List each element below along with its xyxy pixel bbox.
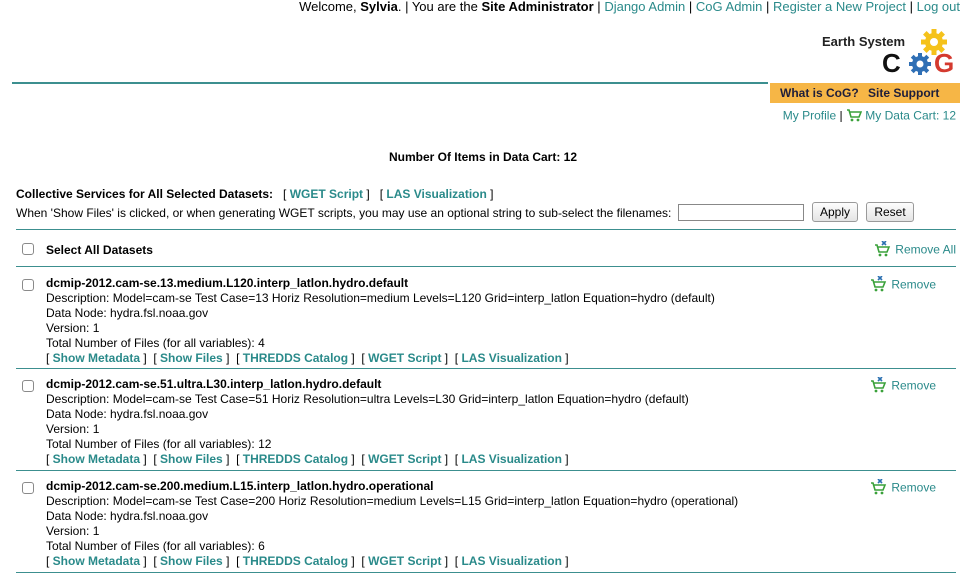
site-support-link[interactable]: Site Support [868,83,939,103]
remove-all-button[interactable]: Remove All [874,240,956,260]
select-all-checkbox[interactable] [22,243,34,255]
dataset-title: dcmip-2012.cam-se.13.medium.L120.interp_… [46,276,409,290]
svg-text:G: G [934,48,954,76]
dataset-file-count: Total Number of Files (for all variables… [46,539,265,553]
shopping-cart-icon [846,108,863,125]
remove-cart-icon [870,275,888,295]
remove-dataset-button[interactable]: Remove [870,275,937,295]
dataset-checkbox[interactable] [22,482,34,494]
dataset-data-node: Data Node: hydra.fsl.noaa.gov [46,306,209,320]
divider [16,229,956,230]
dataset-links: [ Show Metadata ] [ Show Files ] [ THRED… [46,554,569,568]
show-files-link[interactable]: Show Files [160,554,223,568]
cog-logo-graphic: C G [882,29,954,76]
dataset-description: Description: Model=cam-se Test Case=13 H… [46,291,715,305]
thredds-catalog-link[interactable]: THREDDS Catalog [243,351,348,365]
remove-dataset-button[interactable]: Remove [870,478,937,498]
remove-label: Remove [891,378,937,393]
support-bar: What is CoG? Site Support [770,83,960,103]
dataset-file-count: Total Number of Files (for all variables… [46,437,272,451]
dataset-data-node: Data Node: hydra.fsl.noaa.gov [46,407,209,421]
what-is-cog-link[interactable]: What is CoG? [780,83,859,103]
divider [16,572,956,573]
cog-admin-link[interactable]: CoG Admin [696,0,762,14]
filename-filter-input[interactable] [678,204,804,221]
show-files-link[interactable]: Show Files [160,452,223,466]
las-visualization-link[interactable]: LAS Visualization [461,351,561,365]
las-visualization-link[interactable]: LAS Visualization [461,554,561,568]
las-visualization-link[interactable]: LAS Visualization [461,452,561,466]
cart-count-heading: Number Of Items in Data Cart: 12 [388,150,578,164]
thredds-catalog-link[interactable]: THREDDS Catalog [243,554,348,568]
dataset-description: Description: Model=cam-se Test Case=200 … [46,494,739,508]
dataset-item: dcmip-2012.cam-se.13.medium.L120.interp_… [0,268,966,368]
logout-link[interactable]: Log out [917,0,960,14]
show-metadata-link[interactable]: Show Metadata [53,452,140,466]
apply-button[interactable]: Apply [812,202,858,222]
svg-text:C: C [882,48,901,76]
dataset-version: Version: 1 [46,321,100,335]
show-metadata-link[interactable]: Show Metadata [53,554,140,568]
dataset-links: [ Show Metadata ] [ Show Files ] [ THRED… [46,351,569,365]
welcome-text: Welcome, [299,0,357,14]
remove-label: Remove [891,277,937,292]
remove-all-label: Remove All [895,242,956,257]
profile-row: My Profile | My Data Cart: 12 [783,108,956,125]
dataset-checkbox[interactable] [22,380,34,392]
dataset-file-count: Total Number of Files (for all variables… [46,336,265,350]
dataset-version: Version: 1 [46,422,100,436]
dataset-item: dcmip-2012.cam-se.200.medium.L15.interp_… [0,471,966,571]
collective-wget-link[interactable]: WGET Script [290,187,363,201]
filter-instructions: When 'Show Files' is clicked, or when ge… [16,206,672,220]
collective-label: Collective Services for All Selected Dat… [16,187,274,201]
select-all-label: Select All Datasets [46,243,153,257]
dataset-version: Version: 1 [46,524,100,538]
dataset-data-node: Data Node: hydra.fsl.noaa.gov [46,509,209,523]
show-metadata-link[interactable]: Show Metadata [53,351,140,365]
show-files-link[interactable]: Show Files [160,351,223,365]
dataset-item: dcmip-2012.cam-se.51.ultra.L30.interp_la… [0,369,966,469]
username: Sylvia [360,0,398,14]
role-text: Site Administrator [481,0,594,14]
role-prefix: . | You are the [397,0,478,14]
collective-services: Collective Services for All Selected Dat… [16,187,494,201]
dataset-title: dcmip-2012.cam-se.200.medium.L15.interp_… [46,479,434,493]
divider [16,266,956,267]
thredds-catalog-link[interactable]: THREDDS Catalog [243,452,348,466]
wget-script-link[interactable]: WGET Script [368,554,441,568]
remove-cart-icon [870,376,888,396]
my-profile-link[interactable]: My Profile [783,109,836,123]
dataset-links: [ Show Metadata ] [ Show Files ] [ THRED… [46,452,569,466]
register-project-link[interactable]: Register a New Project [773,0,906,14]
remove-label: Remove [891,480,937,495]
wget-script-link[interactable]: WGET Script [368,351,441,365]
remove-dataset-button[interactable]: Remove [870,376,937,396]
dataset-checkbox[interactable] [22,279,34,291]
dataset-title: dcmip-2012.cam-se.51.ultra.L30.interp_la… [46,377,382,391]
django-admin-link[interactable]: Django Admin [604,0,685,14]
remove-cart-icon [870,478,888,498]
my-data-cart-link[interactable]: My Data Cart: 12 [865,109,956,123]
dataset-description: Description: Model=cam-se Test Case=51 H… [46,392,689,406]
header-divider [12,82,768,84]
remove-cart-icon [874,240,892,260]
earth-system-cog-logo[interactable]: Earth System C G [820,28,962,76]
top-nav: Welcome, Sylvia. | You are the Site Admi… [299,0,960,14]
wget-script-link[interactable]: WGET Script [368,452,441,466]
reset-button[interactable]: Reset [866,202,914,222]
collective-las-link[interactable]: LAS Visualization [386,187,486,201]
